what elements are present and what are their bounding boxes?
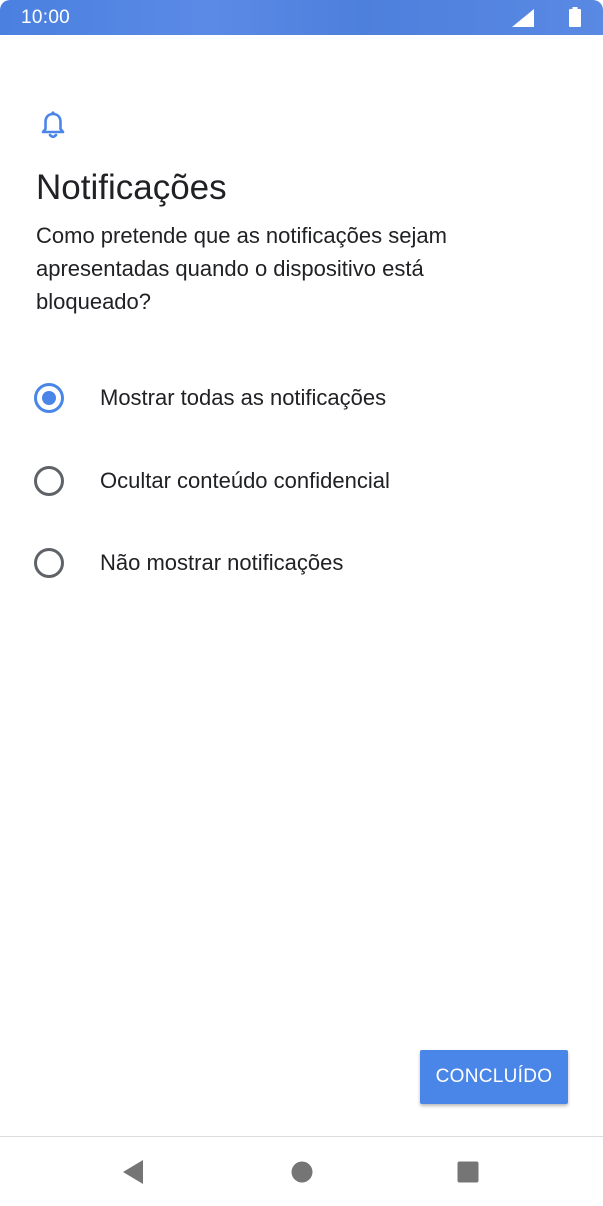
back-triangle-icon xyxy=(123,1160,143,1184)
radio-button[interactable] xyxy=(34,548,64,578)
status-bar: 10:00 xyxy=(0,0,603,35)
option-label: Não mostrar notificações xyxy=(100,550,344,575)
option-hide-sensitive-content[interactable]: Ocultar conteúdo confidencial xyxy=(0,445,603,517)
radio-button-selected[interactable] xyxy=(34,383,64,413)
back-button[interactable] xyxy=(118,1157,148,1187)
navigation-bar xyxy=(0,1137,603,1206)
home-button[interactable] xyxy=(287,1157,317,1187)
bell-icon xyxy=(41,111,65,139)
signal-icon xyxy=(512,9,534,27)
option-show-all-notifications[interactable]: Mostrar todas as notificações xyxy=(0,362,603,434)
recents-square-icon xyxy=(457,1161,479,1183)
recents-button[interactable] xyxy=(453,1157,483,1187)
home-circle-icon xyxy=(291,1161,313,1183)
option-label: Mostrar todas as notificações xyxy=(100,385,387,410)
option-label: Ocultar conteúdo confidencial xyxy=(100,468,390,493)
status-time: 10:00 xyxy=(21,7,71,28)
page-title: Notificações xyxy=(36,168,227,207)
radio-button[interactable] xyxy=(34,466,64,496)
done-button[interactable]: CONCLUÍDO xyxy=(420,1050,568,1104)
battery-icon xyxy=(569,7,581,27)
page-description: Como pretende que as notificações sejam … xyxy=(36,223,447,314)
option-show-no-notifications[interactable]: Não mostrar notificações xyxy=(0,527,603,599)
